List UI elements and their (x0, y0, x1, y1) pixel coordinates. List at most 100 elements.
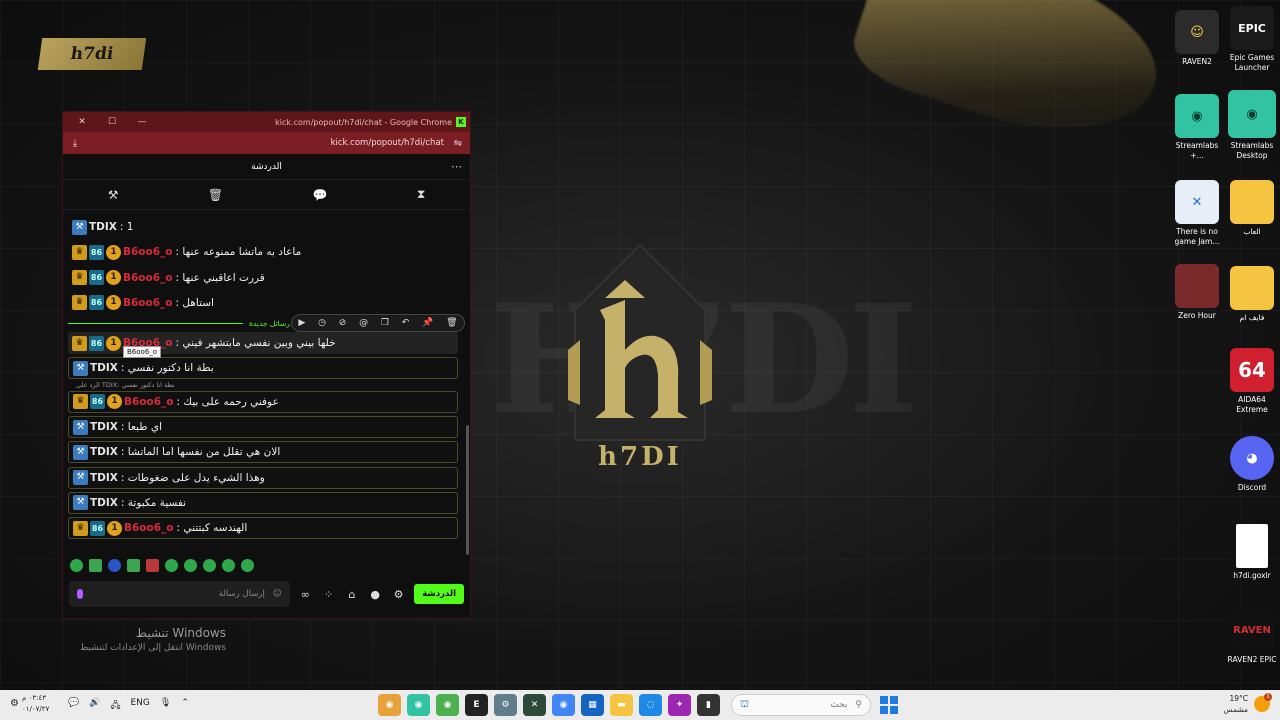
site-settings-icon[interactable]: ⇋ (452, 138, 464, 149)
emote-icon[interactable] (165, 558, 178, 572)
moderator-badge-icon: ⚒ (73, 360, 88, 376)
copilot-icon[interactable]: ✦ (668, 694, 691, 716)
copy-icon[interactable]: ❐ (381, 318, 389, 328)
desktop-icon-epic-games[interactable]: EPIC Epic Games Launcher (1224, 6, 1280, 73)
taskbar-search[interactable]: ⛫ بحث ⚲ (731, 694, 871, 716)
chevron-up-icon[interactable]: ⌃ (181, 698, 189, 714)
chat-bubble-icon[interactable]: 💬 (312, 188, 327, 202)
username[interactable]: TDIX (90, 362, 118, 374)
dots-icon[interactable]: ⁘ (321, 588, 336, 601)
desktop-icon-raven2[interactable]: ☺ RAVEN2 (1169, 10, 1225, 67)
edge-icon[interactable]: ◌ (639, 694, 662, 716)
microphone-tray-icon[interactable]: 🎙 (160, 698, 171, 714)
emote-icon[interactable] (146, 558, 159, 572)
username[interactable]: TDIX (90, 446, 118, 458)
emote-icon[interactable] (127, 558, 140, 572)
chrome-canary-icon[interactable]: ◉ (378, 694, 401, 716)
file-explorer-icon[interactable]: ▬ (610, 694, 633, 716)
username[interactable]: B6oo6_o (124, 522, 174, 534)
desktop-icon-zero-hour[interactable]: Zero Hour (1169, 264, 1225, 321)
chrome-profile-icon[interactable]: ◉ (552, 694, 575, 716)
emote-icon[interactable] (108, 558, 121, 572)
trash-icon[interactable]: 🗑 (208, 188, 223, 202)
desktop-icon-goxlr-file[interactable]: h7di.goxlr (1224, 524, 1280, 581)
epic-games-taskbar-icon[interactable]: E (465, 694, 488, 716)
emote-icon[interactable] (184, 558, 197, 572)
weather-widget[interactable]: 19°C مشمس 1 (1223, 693, 1272, 715)
volume-icon[interactable]: 🔊 (89, 698, 100, 714)
store-app-icon[interactable]: ▦ (581, 694, 604, 716)
desktop-icon-aida64[interactable]: 64 AIDA64 Extreme (1224, 348, 1280, 415)
hammer-icon[interactable]: ⚒ (108, 188, 119, 202)
delete-icon[interactable]: 🗑 (446, 318, 457, 328)
emote-icon[interactable] (241, 558, 254, 572)
emote-icon[interactable] (89, 558, 102, 572)
desktop-icon-games-folder[interactable]: العاب (1224, 180, 1280, 237)
taskbar-clock[interactable]: ٠٣:٤٣ م ٠١/٠٧/٢٧ (22, 693, 49, 715)
download-icon[interactable]: ⤓ (69, 138, 81, 149)
play-icon[interactable]: ▶ (298, 318, 305, 328)
chat-message[interactable]: ⚒ TDIX: بطة انا دكتور نفسي (68, 357, 458, 380)
desktop-icon-streamlabs-plus[interactable]: ◉ Streamlabs +... (1169, 94, 1225, 161)
chat-bubble-icon[interactable]: ● (368, 588, 383, 601)
hourglass-icon[interactable]: ⧗ (417, 187, 425, 202)
url-text[interactable]: kick.com/popout/h7di/chat (81, 138, 452, 148)
username[interactable]: TDIX (90, 497, 118, 509)
desktop-icon-streamlabs-desktop[interactable]: ◉ Streamlabs Desktop (1224, 90, 1280, 161)
search-placeholder: بحث (830, 700, 848, 710)
chat-message[interactable]: ♛ 86 1 B6oo6_o: قررت اعاقبني عنها (68, 267, 458, 289)
weather-desc: مشمس (1223, 705, 1248, 714)
windows-start-icon[interactable] (880, 696, 898, 714)
pin-icon[interactable]: 📌 (422, 318, 433, 328)
settings-tray-icon[interactable]: ⚙ (10, 698, 19, 709)
maximize-icon[interactable]: ☐ (97, 117, 127, 127)
emote-icon[interactable] (222, 558, 235, 572)
minimize-icon[interactable]: — (127, 117, 157, 127)
username[interactable]: B6oo6_o (124, 396, 174, 408)
infinity-icon[interactable]: ∞ (298, 588, 313, 601)
ban-icon[interactable]: ⊘ (339, 318, 347, 328)
desktop-icon-game-jam[interactable]: ✕ There is no game Jam... (1169, 180, 1225, 247)
reply-icon[interactable]: ↶ (402, 318, 410, 328)
username[interactable]: B6oo6_o (123, 272, 173, 284)
emote-icon[interactable] (203, 558, 216, 572)
username[interactable]: TDIX (90, 421, 118, 433)
store-icon[interactable]: ⌂ (344, 588, 359, 601)
username[interactable]: B6oo6_o (123, 297, 173, 309)
send-chat-button[interactable]: الدردشة (414, 584, 464, 604)
emote-icon[interactable] (70, 558, 83, 572)
settings-app-icon[interactable]: ⚙ (494, 694, 517, 716)
chat-message[interactable]: ♛ 86 1 B6oo6_o: الهندسه كبتتني (68, 517, 458, 540)
mention-icon[interactable]: @ (359, 318, 368, 328)
username[interactable]: TDIX (89, 221, 117, 233)
logo-text: h7DI (598, 442, 682, 472)
chat-message[interactable]: ♛ 86 1 B6oo6_o: استاهل (68, 292, 458, 314)
terminal-icon[interactable]: ▮ (697, 694, 720, 716)
chrome-icon[interactable]: ◉ (436, 694, 459, 716)
streamlabs-taskbar-icon[interactable]: ◉ (407, 694, 430, 716)
desktop-icon-discord[interactable]: ◕ Discord (1224, 436, 1280, 493)
chat-tray-icon[interactable]: 💬 (68, 698, 79, 714)
chat-scrollbar[interactable] (466, 425, 469, 555)
username[interactable]: TDIX (90, 472, 118, 484)
close-icon[interactable]: ✕ (67, 117, 97, 127)
moderator-badge-icon: ⚒ (73, 470, 88, 486)
chat-message[interactable]: ♛ 86 1 B6oo6_o: ماعاد به ماتشا ممنوعه عن… (68, 241, 458, 263)
settings-gear-icon[interactable]: ⚙ (391, 588, 406, 601)
timeout-icon[interactable]: ◷ (318, 318, 326, 328)
xbox-icon[interactable]: ✕ (523, 694, 546, 716)
chat-message[interactable]: ⚒ TDIX: 1 (68, 216, 458, 238)
emoji-icon[interactable]: ☺ (273, 589, 282, 599)
desktop-icon-raven2-epic[interactable]: RAVEN RAVEN2 EPIC (1224, 608, 1280, 665)
language-indicator[interactable]: ENG (130, 698, 149, 714)
chat-input[interactable]: إرسال رسالة ☺ (69, 581, 290, 607)
username[interactable]: B6oo6_o (123, 246, 173, 258)
desktop-icon-fivem-folder[interactable]: فايف ام (1224, 266, 1280, 323)
chat-message[interactable]: ⚒ TDIX: اي طبعا (68, 416, 458, 439)
network-icon[interactable]: 🖧 (110, 698, 120, 714)
chat-message[interactable]: ⚒ TDIX: الان هي تقلل من نفسها اما الماتش… (68, 441, 458, 464)
chat-message[interactable]: ♛ 86 1 B6oo6_o: عوفني رحمه على بيك (68, 390, 458, 413)
more-options-icon[interactable]: ⋯ (451, 160, 462, 173)
chat-message[interactable]: ⚒ TDIX: وهذا الشيء يدل على ضغوطات (68, 466, 458, 489)
chat-message[interactable]: ⚒ TDIX: نفسية مكبوتة (68, 491, 458, 514)
